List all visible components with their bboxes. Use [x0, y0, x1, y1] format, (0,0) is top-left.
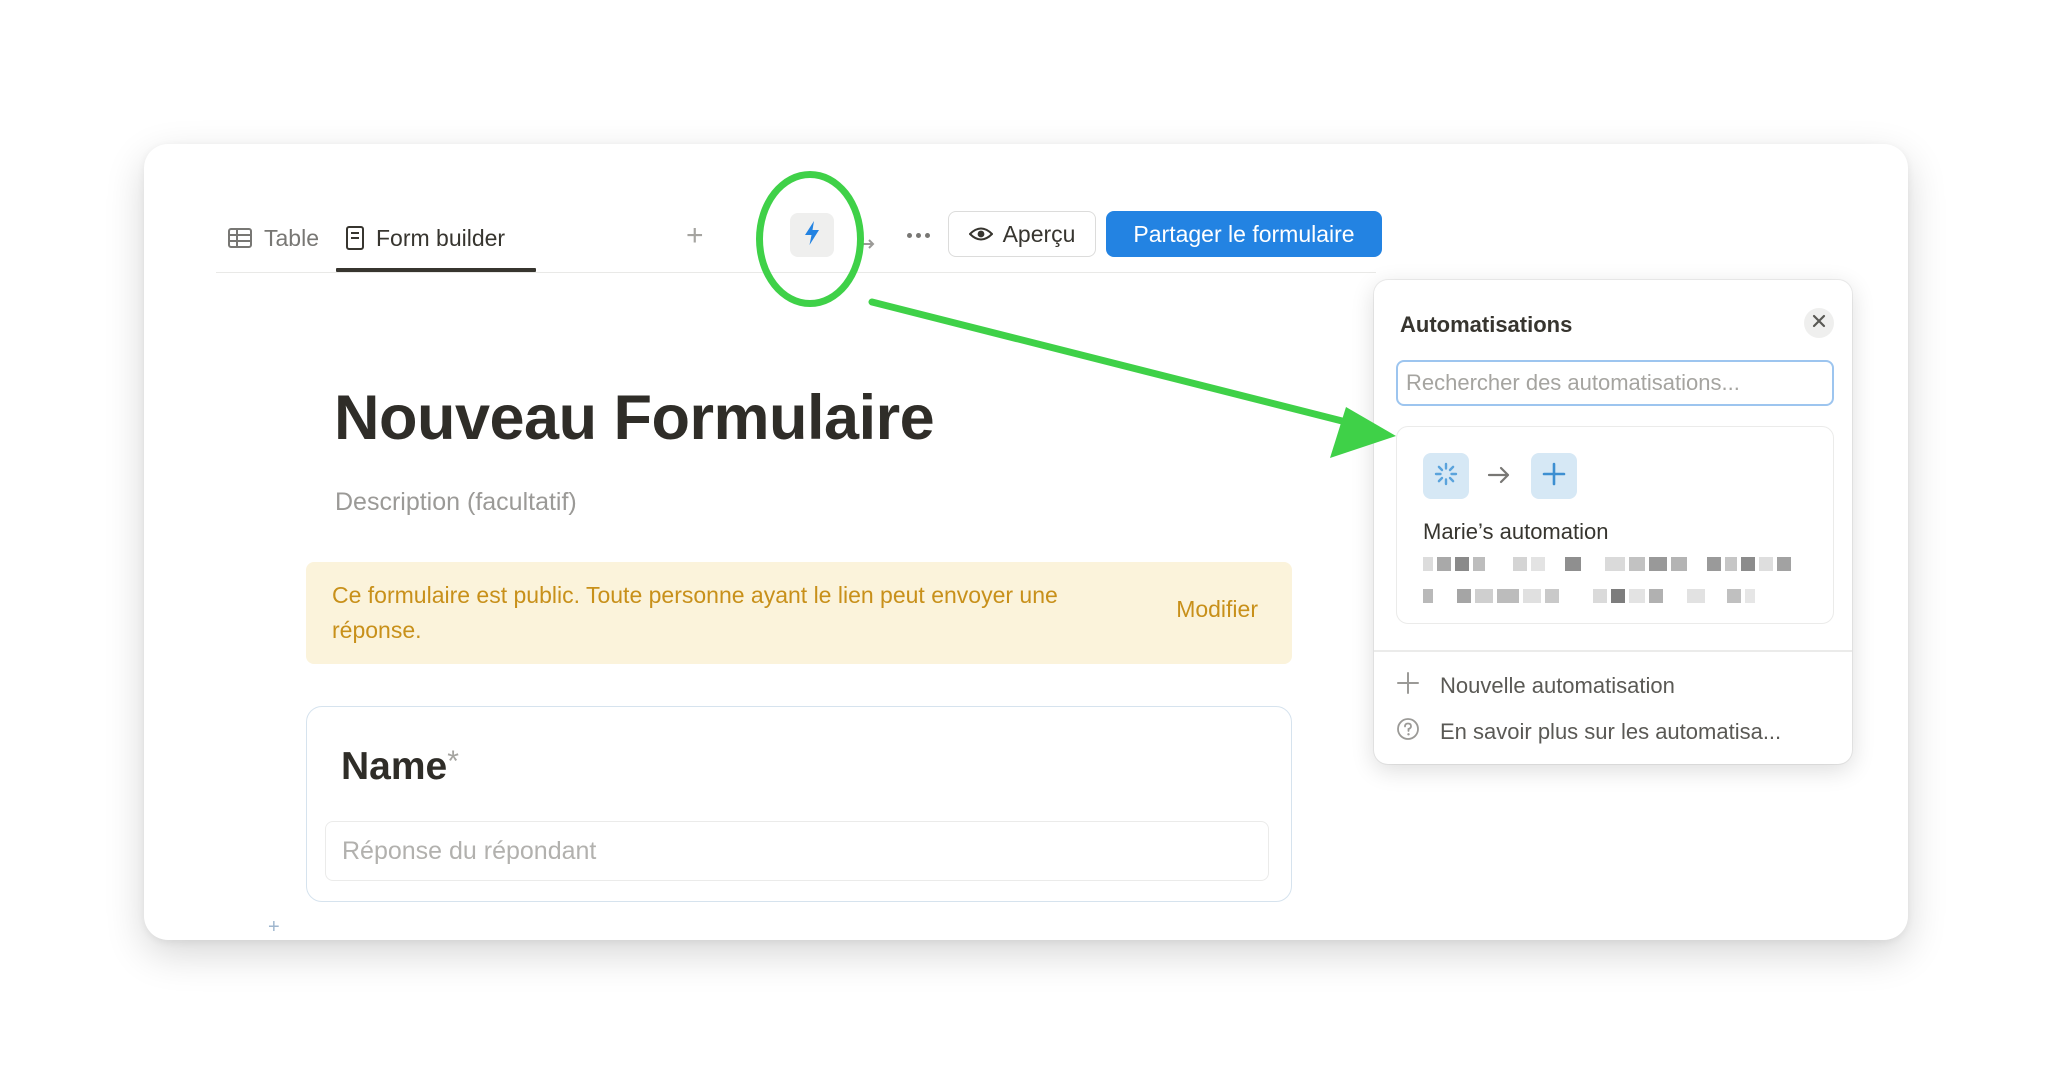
- automations-popover: Automatisations Rechercher des automatis…: [1374, 280, 1852, 764]
- close-button[interactable]: [1804, 308, 1834, 338]
- automation-details-blurred-line-2: [1423, 589, 1755, 603]
- table-icon: [228, 228, 252, 248]
- required-indicator: *: [447, 745, 459, 778]
- learn-more-label: En savoir plus sur les automatisa...: [1440, 719, 1782, 744]
- new-automation-button[interactable]: Nouvelle automatisation: [1396, 666, 1675, 706]
- loading-spinner-icon: [1433, 461, 1459, 492]
- share-form-label: Partager le formulaire: [1133, 220, 1355, 247]
- plus-icon: [1396, 671, 1420, 701]
- add-block-button[interactable]: +: [268, 916, 280, 939]
- preview-label: Aperçu: [1002, 220, 1076, 247]
- learn-more-link[interactable]: En savoir plus sur les automatisa...: [1396, 712, 1781, 752]
- form-description-field[interactable]: Description (facultatif): [335, 488, 577, 517]
- popover-divider: [1374, 650, 1852, 652]
- preview-button[interactable]: Aperçu: [948, 211, 1096, 257]
- form-title[interactable]: Nouveau Formulaire: [334, 382, 935, 454]
- popover-title: Automatisations: [1400, 312, 1573, 337]
- app-window: Table Form builder + Aperçu Partager le …: [144, 144, 1908, 940]
- arrow-right-icon: [1487, 464, 1511, 491]
- question-label[interactable]: Name*: [341, 745, 459, 789]
- tab-table-label: Table: [264, 224, 319, 251]
- trigger-icon-box: [1423, 453, 1469, 499]
- eye-icon: [968, 221, 993, 248]
- document-icon: [346, 226, 364, 250]
- automation-name: Marie’s automation: [1423, 519, 1609, 544]
- plus-icon: [1541, 461, 1567, 492]
- sync-icon[interactable]: [854, 226, 878, 250]
- active-tab-indicator: [336, 268, 536, 272]
- plus-icon: +: [686, 219, 704, 252]
- tab-form-builder[interactable]: Form builder: [346, 222, 505, 254]
- tab-table[interactable]: Table: [228, 222, 319, 254]
- form-question-card[interactable]: Name*: [306, 706, 1292, 902]
- question-title: Name: [341, 745, 448, 788]
- tab-form-builder-label: Form builder: [376, 224, 506, 251]
- automations-button[interactable]: [790, 213, 834, 257]
- lightning-icon: [803, 220, 821, 251]
- automation-details-blurred: [1423, 557, 1791, 571]
- public-form-notice: Ce formulaire est public. Toute personne…: [306, 562, 1292, 664]
- action-icon-box: [1531, 453, 1577, 499]
- plus-icon: +: [268, 916, 280, 938]
- automation-search-input[interactable]: [1396, 360, 1834, 406]
- add-view-button[interactable]: +: [686, 218, 704, 254]
- close-icon: [1812, 314, 1826, 333]
- modify-access-link[interactable]: Modifier: [1176, 596, 1258, 623]
- help-circle-icon: [1396, 717, 1420, 747]
- more-horizontal-icon: [906, 232, 930, 238]
- notice-text: Ce formulaire est public. Toute personne…: [332, 582, 1058, 643]
- automation-card[interactable]: Marie’s automation: [1396, 426, 1834, 624]
- share-form-button[interactable]: Partager le formulaire: [1106, 211, 1382, 257]
- new-automation-label: Nouvelle automatisation: [1440, 673, 1675, 698]
- more-options-button[interactable]: [898, 220, 938, 250]
- answer-input[interactable]: [325, 821, 1269, 881]
